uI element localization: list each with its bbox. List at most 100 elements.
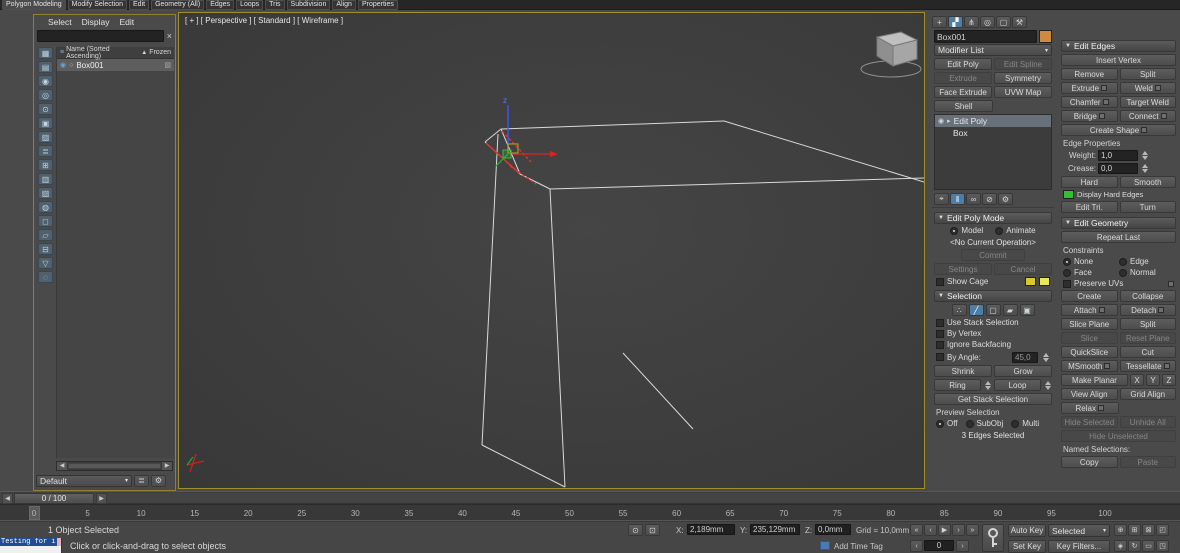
explorer-config-icon[interactable]: ≣: [134, 475, 149, 487]
pan-icon[interactable]: ◈: [1114, 540, 1127, 552]
menu-modify-selection[interactable]: Modify Selection: [68, 0, 127, 10]
by-vertex-checkbox[interactable]: [936, 330, 944, 338]
settings-box-icon[interactable]: [1141, 127, 1147, 133]
modify-tab-icon[interactable]: ▞: [948, 16, 963, 28]
orbit-icon[interactable]: ↻: [1128, 540, 1141, 552]
display-containers-icon[interactable]: ▧: [38, 187, 53, 199]
maxscript-mini-listener[interactable]: Testing for i: [0, 538, 62, 553]
create-shape-button[interactable]: Create Shape: [1061, 124, 1176, 136]
preview-multi-radio[interactable]: Multi: [1011, 419, 1039, 428]
relax-button[interactable]: Relax: [1061, 402, 1119, 414]
weight-field[interactable]: 1,0: [1098, 150, 1138, 161]
ring-spinner[interactable]: [983, 379, 992, 391]
get-stack-selection-button[interactable]: Get Stack Selection: [934, 393, 1052, 405]
crease-spinner[interactable]: [1140, 162, 1149, 174]
animate-radio[interactable]: Animate: [995, 226, 1035, 235]
explorer-list[interactable]: ≡ Name (Sorted Ascending) ▲ Frozen ◉ ○ B…: [56, 47, 174, 458]
face-extrude-button[interactable]: Face Extrude: [934, 86, 992, 98]
polygon-subobject-icon[interactable]: ▰: [1003, 304, 1018, 316]
isolate-selection-icon[interactable]: ⊙: [628, 524, 643, 536]
scroll-left-icon[interactable]: ◀: [57, 462, 67, 470]
time-tag-icon[interactable]: [820, 541, 830, 550]
display-shapes-icon[interactable]: ◉: [38, 75, 53, 87]
add-time-tag-label[interactable]: Add Time Tag: [834, 542, 883, 551]
set-key-button[interactable]: Set Key: [1008, 540, 1046, 553]
symmetry-button[interactable]: Symmetry: [994, 72, 1052, 84]
make-unique-icon[interactable]: ∞: [966, 193, 981, 205]
display-groups-icon[interactable]: ≣: [38, 145, 53, 157]
copy-button[interactable]: Copy: [1061, 456, 1118, 468]
name-column-header[interactable]: Name (Sorted Ascending): [66, 46, 139, 60]
select-children-icon[interactable]: ◻: [38, 215, 53, 227]
border-subobject-icon[interactable]: ▢: [986, 304, 1001, 316]
previous-frame-icon[interactable]: ‹: [924, 524, 937, 536]
expand-all-icon[interactable]: ▽: [38, 257, 53, 269]
hierarchy-tab-icon[interactable]: ⋔: [964, 16, 979, 28]
menu-tris[interactable]: Tris: [265, 0, 284, 10]
show-cage-checkbox[interactable]: [936, 278, 944, 286]
display-cameras-icon[interactable]: ⊙: [38, 103, 53, 115]
time-slider-handle[interactable]: 0 / 100: [14, 493, 94, 504]
loop-button[interactable]: Loop: [994, 379, 1041, 391]
vertex-subobject-icon[interactable]: ∴: [952, 304, 967, 316]
key-selection-dropdown[interactable]: Selected▾: [1048, 524, 1110, 537]
x-coordinate-field[interactable]: 2,189mm: [687, 524, 735, 535]
rollout-selection[interactable]: ▼ Selection: [934, 290, 1052, 302]
show-end-result-icon[interactable]: ‖: [950, 193, 965, 205]
next-frame-icon[interactable]: ›: [952, 524, 965, 536]
preserve-uvs-checkbox[interactable]: [1063, 280, 1071, 288]
display-geometry-icon[interactable]: ▤: [38, 61, 53, 73]
key-filters-button[interactable]: Key Filters...: [1048, 540, 1110, 553]
grid-align-button[interactable]: Grid Align: [1120, 388, 1177, 400]
scroll-right-icon[interactable]: ▶: [162, 462, 172, 470]
preview-subobj-radio[interactable]: SubObj: [966, 419, 1004, 428]
make-planar-button[interactable]: Make Planar: [1061, 374, 1128, 386]
weight-spinner[interactable]: [1140, 149, 1149, 161]
zoom-all-icon[interactable]: ⊞: [1128, 524, 1141, 536]
next-frame-arrow-icon[interactable]: ▶: [96, 493, 107, 504]
remove-button[interactable]: Remove: [1061, 68, 1118, 80]
quickslice-button[interactable]: QuickSlice: [1061, 346, 1118, 358]
zoom-region-icon[interactable]: ◰: [1156, 524, 1169, 536]
z-coordinate-field[interactable]: 0,0mm: [815, 524, 851, 535]
modifier-visibility-icon[interactable]: ◉: [938, 117, 944, 125]
menu-properties[interactable]: Properties: [358, 0, 398, 10]
auto-key-button[interactable]: Auto Key: [1008, 524, 1046, 537]
row-frozen-icon[interactable]: ▧: [164, 61, 171, 69]
rollout-edit-poly-mode[interactable]: ▼ Edit Poly Mode: [934, 212, 1052, 224]
edit-tri-button[interactable]: Edit Tri.: [1061, 201, 1118, 213]
viewport-layout-icon[interactable]: ◳: [1156, 540, 1169, 552]
filter-icon[interactable]: ⊟: [38, 243, 53, 255]
hard-edge-color-swatch[interactable]: [1063, 190, 1074, 199]
by-angle-checkbox[interactable]: [936, 353, 944, 361]
rollout-edit-edges[interactable]: ▼ Edit Edges: [1061, 40, 1176, 52]
pin-stack-icon[interactable]: ⌖: [934, 193, 949, 205]
object-name-field[interactable]: Box001: [934, 30, 1037, 43]
ring-button[interactable]: Ring: [934, 379, 981, 391]
track-bar[interactable]: 0510152025303540455055606570758085909510…: [0, 504, 1180, 521]
repeat-last-button[interactable]: Repeat Last: [1061, 231, 1176, 243]
preserve-uvs-settings-icon[interactable]: [1168, 281, 1174, 287]
scroll-thumb[interactable]: [68, 463, 161, 469]
selection-lock-icon[interactable]: ⊡: [645, 524, 660, 536]
rollout-edit-geometry[interactable]: ▼ Edit Geometry: [1061, 217, 1176, 229]
slice-plane-button[interactable]: Slice Plane: [1061, 318, 1118, 330]
modifier-list-dropdown[interactable]: Modifier List▾: [934, 44, 1052, 56]
shrink-button[interactable]: Shrink: [934, 365, 992, 377]
cage-color-swatch[interactable]: [1025, 277, 1036, 286]
cut-button[interactable]: Cut: [1120, 346, 1177, 358]
hard-button[interactable]: Hard: [1061, 176, 1118, 188]
set-keys-button[interactable]: [982, 524, 1004, 552]
settings-box-icon[interactable]: [1098, 405, 1104, 411]
z-button[interactable]: Z: [1162, 374, 1176, 386]
settings-box-icon[interactable]: [1164, 363, 1170, 369]
display-xrefs-icon[interactable]: ⊞: [38, 159, 53, 171]
move-gizmo[interactable]: z: [496, 96, 558, 166]
expand-arrow-icon[interactable]: ▸: [947, 117, 951, 125]
settings-box-icon[interactable]: [1104, 363, 1110, 369]
chamfer-button[interactable]: Chamfer: [1061, 96, 1118, 108]
split-button[interactable]: Split: [1120, 68, 1177, 80]
find-icon[interactable]: ▱: [38, 229, 53, 241]
maximize-viewport-icon[interactable]: ▭: [1142, 540, 1155, 552]
settings-box-icon[interactable]: [1158, 307, 1164, 313]
